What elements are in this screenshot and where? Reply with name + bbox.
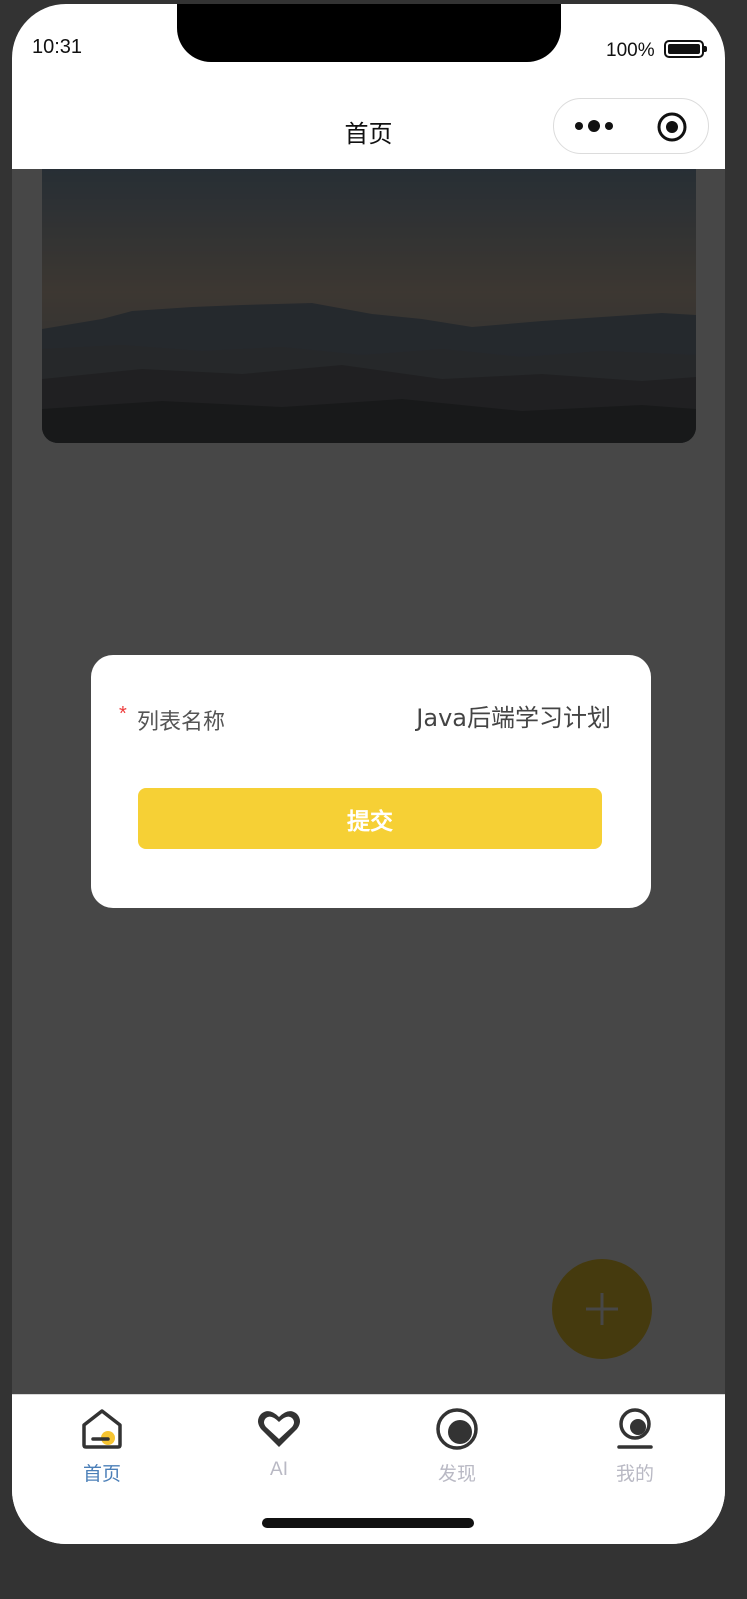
- home-icon: [82, 1409, 122, 1449]
- phone-frame: 10:31 100% 首页 * 列表名称 Java后端学习计划 提交 首页 AI…: [12, 4, 725, 1544]
- discover-icon: [436, 1408, 478, 1450]
- list-name-input[interactable]: [361, 697, 611, 733]
- list-name-label: 列表名称: [137, 709, 226, 734]
- tab-ai[interactable]: AI: [219, 1405, 339, 1491]
- mini-program-capsule: [553, 98, 709, 154]
- tab-home-label: 首页: [82, 1464, 121, 1485]
- battery-icon: [664, 40, 707, 58]
- create-list-dialog: * 列表名称 提交: [91, 655, 651, 908]
- battery-percentage: 100%: [606, 40, 655, 61]
- more-dots-icon[interactable]: [574, 119, 614, 133]
- notch: [177, 4, 561, 62]
- required-mark: *: [119, 703, 127, 725]
- status-time: 10:31: [32, 36, 83, 58]
- tab-ai-label: AI: [270, 1459, 288, 1480]
- tab-profile-label: 我的: [615, 1464, 654, 1485]
- tab-discover[interactable]: 发现: [397, 1405, 517, 1491]
- home-indicator[interactable]: [262, 1518, 474, 1528]
- capsule-divider: [632, 115, 633, 139]
- heart-icon: [258, 1411, 300, 1447]
- tab-discover-label: 发现: [437, 1464, 476, 1485]
- submit-button[interactable]: 提交: [138, 788, 602, 849]
- profile-icon: [617, 1408, 653, 1449]
- target-circle-icon[interactable]: [656, 111, 688, 143]
- tab-profile[interactable]: 我的: [575, 1405, 695, 1491]
- tab-home[interactable]: 首页: [42, 1405, 162, 1491]
